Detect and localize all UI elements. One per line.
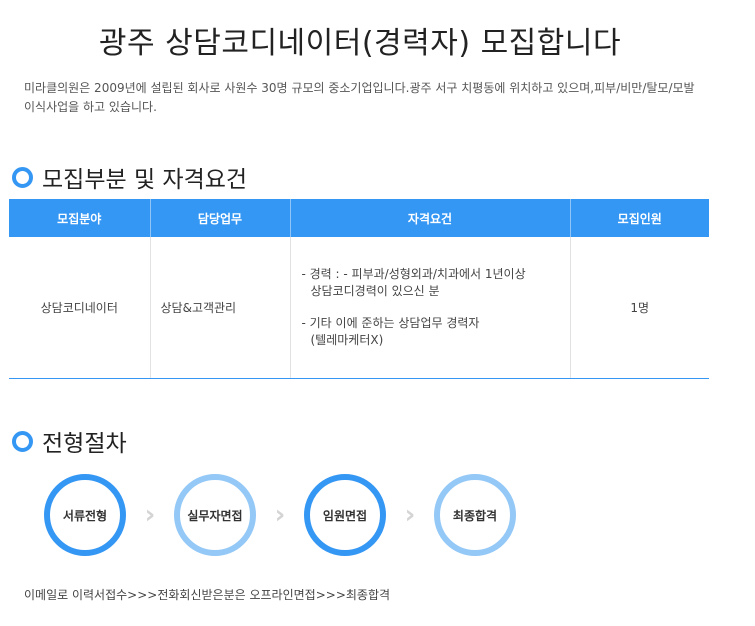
header-qualifications: 자격요건 bbox=[290, 199, 571, 237]
section-process-title: 전형절차 bbox=[42, 431, 127, 457]
qualification-line: - 기타 이에 준하는 상담업무 경력자 bbox=[301, 316, 480, 330]
company-intro: 미라클의원은 2009년에 설립된 회사로 사원수 30명 규모의 중소기업입니… bbox=[24, 81, 695, 114]
cell-qualifications: - 경력 : - 피부과/성형외과/치과에서 1년이상 상담코디경력이 있으신 … bbox=[290, 237, 571, 379]
section-process-header: 전형절차 bbox=[12, 424, 127, 458]
qualification-line: - 경력 : - 피부과/성형외과/치과에서 1년이상 bbox=[301, 267, 526, 281]
ring-bullet-icon bbox=[12, 166, 33, 188]
table-header-row: 모집분야 담당업무 자격요건 모집인원 bbox=[9, 199, 709, 237]
step-practitioner-interview: 실무자면접 bbox=[174, 474, 256, 556]
step-final-acceptance: 최종합격 bbox=[434, 474, 516, 556]
qualification-spacer bbox=[302, 300, 570, 315]
chevron-right-icon: › bbox=[144, 500, 156, 530]
header-field: 모집분야 bbox=[9, 199, 151, 237]
section-recruit-title: 모집부분 및 자격요건 bbox=[42, 167, 248, 193]
header-duty: 담당업무 bbox=[150, 199, 291, 237]
qualification-line: 상담코디경력이 있으신 분 bbox=[310, 284, 440, 298]
table-row: 상담코디네이터 상담&고객관리 - 경력 : - 피부과/성형외과/치과에서 1… bbox=[9, 237, 709, 379]
cell-count: 1명 bbox=[570, 237, 709, 379]
step-executive-interview: 임원면접 bbox=[304, 474, 386, 556]
cell-duty: 상담&고객관리 bbox=[150, 237, 291, 379]
page-title: 광주 상담코디네이터(경력자) 모집합니다 bbox=[98, 26, 622, 61]
process-steps: 서류전형 › 실무자면접 › 임원면접 › 최종합격 bbox=[44, 474, 516, 556]
process-note: 이메일로 이력서접수>>>전화회신받은분은 오프라인면접>>>최종합격 bbox=[24, 588, 391, 602]
header-count: 모집인원 bbox=[570, 199, 709, 237]
cell-field: 상담코디네이터 bbox=[9, 237, 151, 379]
step-document-screening: 서류전형 bbox=[44, 474, 126, 556]
recruit-table: 모집분야 담당업무 자격요건 모집인원 상담코디네이터 상담&고객관리 - 경력… bbox=[9, 199, 709, 379]
ring-bullet-icon bbox=[12, 430, 33, 452]
section-recruit-header: 모집부분 및 자격요건 bbox=[12, 160, 247, 194]
qualification-line: (텔레마케터X) bbox=[310, 333, 384, 347]
chevron-right-icon: › bbox=[404, 500, 416, 530]
chevron-right-icon: › bbox=[274, 500, 286, 530]
